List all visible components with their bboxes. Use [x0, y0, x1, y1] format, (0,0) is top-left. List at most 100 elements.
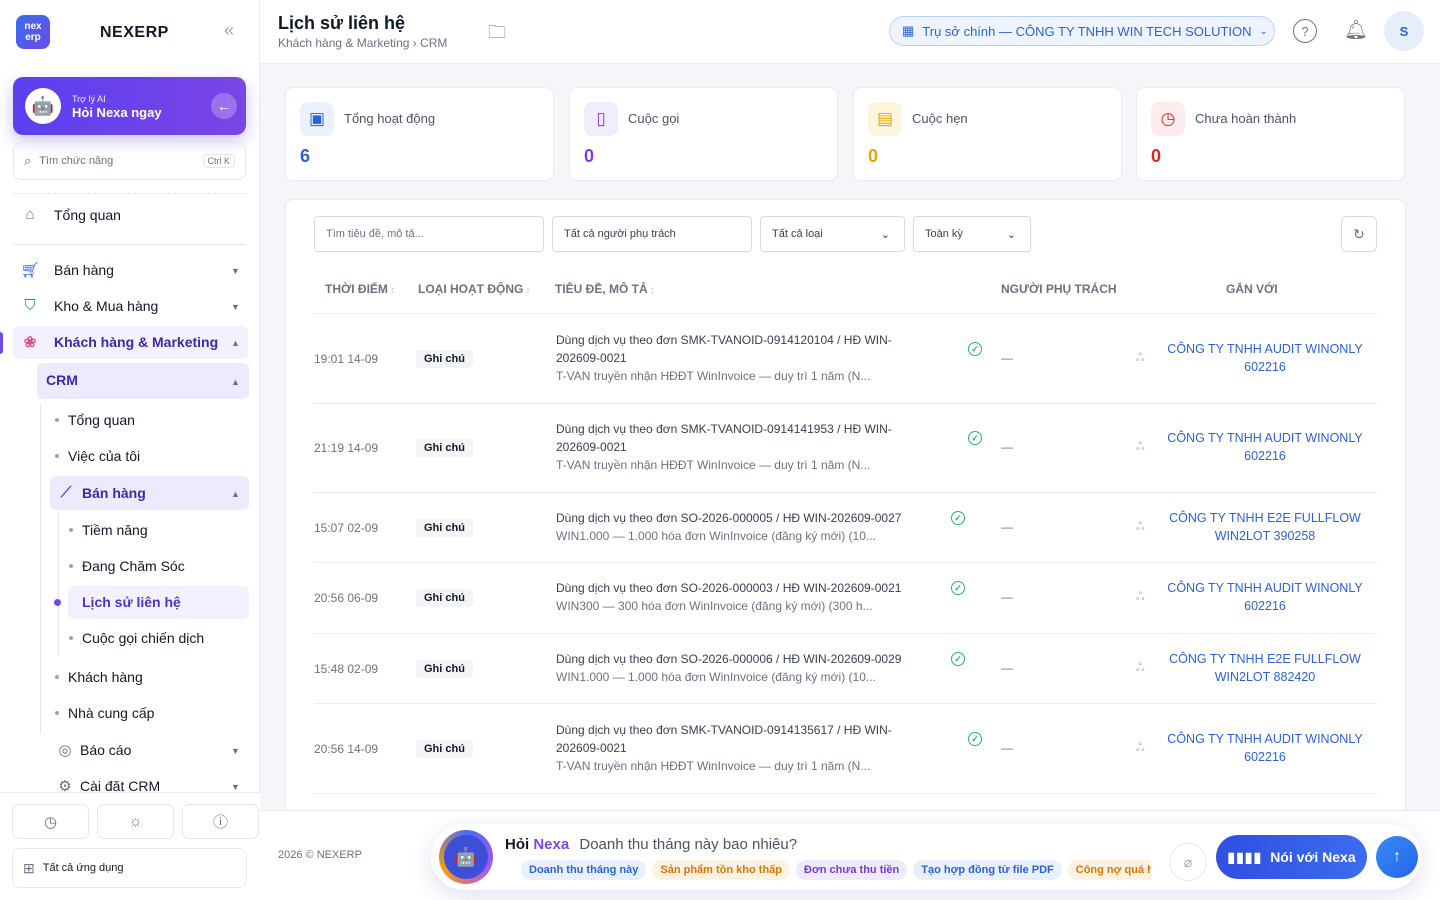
user-avatar[interactable]: S	[1384, 11, 1424, 51]
collapse-sidebar-icon[interactable]: «	[224, 20, 234, 41]
row-linked-company[interactable]: CÔNG TY TNHH E2E FULLFLOW WIN2LOT 390258	[1160, 509, 1370, 545]
cart-icon: 🛒︎	[20, 262, 40, 279]
type-filter[interactable]: Tất cả loại ⌄	[760, 216, 905, 252]
nav-overview[interactable]: ⌂ Tổng quan	[20, 206, 120, 223]
suggestion-chip[interactable]: Đơn chưa thu tiền	[796, 860, 908, 880]
stat-label: Chưa hoàn thành	[1195, 111, 1297, 126]
nav-my-tasks[interactable]: Việc của tôi	[55, 448, 140, 464]
refresh-icon: ↻	[1353, 225, 1365, 242]
alert-button[interactable]: ⓘ	[182, 804, 259, 839]
row-linked-company[interactable]: CÔNG TY TNHH AUDIT WINONLY 602216	[1160, 340, 1370, 376]
caret-down-icon[interactable]: ▼	[231, 782, 240, 792]
row-title: Dùng dịch vụ theo đơn SO-2026-000006 / H…	[556, 652, 902, 666]
row-type-badge: Ghi chú	[416, 660, 473, 678]
nav-caring-label: Đang Chăm Sóc	[82, 558, 185, 574]
row-owner: —	[1001, 351, 1013, 365]
send-button[interactable]: ↑	[1376, 836, 1418, 878]
theme-button[interactable]: ☼	[97, 804, 174, 839]
branch-selector[interactable]: ▦ Trụ sở chính — CÔNG TY TNHH WIN TECH S…	[889, 16, 1275, 46]
attach-button[interactable]: ⌀	[1169, 843, 1207, 881]
bell-icon[interactable]: 🔔︎	[1344, 18, 1368, 42]
check-circle-icon: ✓	[951, 652, 965, 666]
caret-down-icon[interactable]: ▼	[231, 746, 240, 756]
nav-crm[interactable]: CRM	[46, 372, 78, 388]
nav-crm-marketing[interactable]: ❀ Khách hàng & Marketing	[20, 333, 218, 351]
nav-crm-overview-label: Tổng quan	[68, 412, 135, 428]
nav-customers[interactable]: Khách hàng	[55, 669, 143, 685]
refresh-button[interactable]: ↻	[1341, 216, 1377, 252]
nexa-prompt[interactable]: Hỏi Nexa Doanh thu tháng này bao nhiêu?	[505, 836, 797, 853]
chevron-down-icon: ⌄	[880, 228, 890, 241]
history-button[interactable]: ◷	[12, 804, 89, 839]
link-users-icon: ஃ	[1136, 352, 1145, 364]
row-linked-company[interactable]: CÔNG TY TNHH E2E FULLFLOW WIN2LOT 882420	[1160, 650, 1370, 686]
chevron-down-icon: ⌄	[1259, 25, 1268, 37]
row-linked-company[interactable]: CÔNG TY TNHH AUDIT WINONLY 602216	[1160, 579, 1370, 615]
link-users-icon: ஃ	[1136, 521, 1145, 533]
talk-with-nexa-button[interactable]: ▮▮▮▮ Nói với Nexa	[1216, 835, 1367, 879]
table-row[interactable]: 20:56 06-09 Ghi chú Dùng dịch vụ theo đơ…	[314, 563, 1377, 634]
folder-icon[interactable]: 🗀	[488, 20, 506, 50]
activity-panel: Tìm tiêu đề, mô tả... Tất cả người phụ t…	[285, 199, 1406, 819]
row-desc: Dùng dịch vụ theo đơn SO-2026-000005 / H…	[556, 509, 956, 545]
suggestion-chip[interactable]: Tạo hợp đồng từ file PDF	[913, 860, 1062, 880]
table-row[interactable]: 19:01 14-09 Ghi chú Dùng dịch vụ theo đơ…	[314, 314, 1377, 404]
caret-up-icon[interactable]: ▲	[231, 377, 240, 387]
row-owner: —	[1001, 590, 1013, 604]
table-row[interactable]: 20:56 14-09 Ghi chú Dùng dịch vụ theo đơ…	[314, 704, 1377, 794]
nav-sales-label: Bán hàng	[54, 262, 114, 278]
sidebar-search[interactable]: ⌕ Tìm chức năng Ctrl K	[13, 142, 246, 180]
suggestion-chip[interactable]: Sản phẩm tồn kho thấp	[652, 860, 791, 880]
suggestion-chip[interactable]: Công nợ quá hạn	[1067, 860, 1151, 880]
col-time[interactable]: THỜI ĐIỂM ↕	[325, 282, 395, 296]
row-time: 20:56 14-09	[314, 742, 379, 756]
top-header: Lịch sử liên hệ Khách hàng & Marketing ›…	[260, 0, 1440, 64]
nav-warehouse[interactable]: ⛉ Kho & Mua hàng	[20, 297, 158, 314]
nav-sales[interactable]: 🛒︎ Bán hàng	[20, 261, 114, 279]
table-row[interactable]: 15:48 02-09 Ghi chú Dùng dịch vụ theo đơ…	[314, 634, 1377, 704]
arrow-up-icon: ↑	[1393, 848, 1401, 865]
table-row[interactable]: 15:07 02-09 Ghi chú Dùng dịch vụ theo đơ…	[314, 493, 1377, 563]
link-users-icon: ஃ	[1136, 591, 1145, 603]
check-circle-icon: ✓	[968, 342, 982, 356]
stat-label: Cuộc hẹn	[912, 111, 968, 126]
nav-suppliers[interactable]: Nhà cung cấp	[55, 705, 154, 721]
nav-reports[interactable]: ◎ Báo cáo	[55, 741, 131, 759]
arrow-left-icon[interactable]: ←	[211, 93, 237, 119]
col-owner-label: NGƯỜI PHỤ TRÁCH	[1001, 282, 1117, 296]
row-linked-company[interactable]: CÔNG TY TNHH AUDIT WINONLY 602216	[1160, 730, 1370, 766]
col-type-label: LOẠI HOẠT ĐỘNG	[418, 282, 524, 296]
nav-crm-sales[interactable]: ⟋ Bán hàng	[56, 484, 146, 501]
nav-contact-history[interactable]: Lịch sử liên hệ	[82, 594, 181, 610]
suggestion-chip[interactable]: Doanh thu tháng này	[521, 860, 647, 880]
row-linked-company[interactable]: CÔNG TY TNHH AUDIT WINONLY 602216	[1160, 429, 1370, 465]
caret-down-icon[interactable]: ▼	[231, 302, 240, 312]
bullet	[55, 711, 59, 715]
col-desc[interactable]: TIÊU ĐỀ, MÔ TẢ ↕	[555, 282, 655, 296]
sun-icon: ☼	[128, 813, 143, 830]
brand[interactable]: nex erp NEXERP	[16, 15, 168, 49]
caret-up-icon[interactable]: ▲	[231, 338, 240, 348]
tree-line	[58, 514, 59, 656]
ai-assistant-card[interactable]: 🤖 Trợ lý AI Hỏi Nexa ngay ←	[13, 77, 246, 135]
help-icon[interactable]: ?	[1293, 19, 1317, 43]
caret-up-icon[interactable]: ▲	[231, 489, 240, 499]
row-owner: —	[1001, 520, 1013, 534]
caret-down-icon[interactable]: ▼	[231, 266, 240, 276]
row-time: 15:48 02-09	[314, 662, 379, 676]
owner-filter[interactable]: Tất cả người phụ trách	[552, 216, 752, 252]
nav-prospects[interactable]: Tiềm năng	[69, 522, 148, 538]
nav-caring[interactable]: Đang Chăm Sóc	[69, 558, 185, 574]
stat-value: 0	[868, 146, 879, 166]
all-apps-button[interactable]: ⊞ Tất cả ứng dụng	[12, 848, 247, 888]
nav-crm-overview[interactable]: Tổng quan	[55, 412, 135, 428]
period-filter-label: Toàn kỳ	[925, 228, 963, 240]
nav-campaign-calls[interactable]: Cuộc gọi chiến dịch	[69, 630, 204, 646]
period-filter[interactable]: Toàn kỳ ⌄	[913, 216, 1031, 252]
col-type[interactable]: LOẠI HOẠT ĐỘNG ↕	[418, 282, 530, 296]
row-owner: —	[1001, 440, 1013, 454]
search-input[interactable]: Tìm tiêu đề, mô tả...	[314, 216, 544, 252]
soundwave-icon: ▮▮▮▮	[1227, 848, 1263, 865]
table-row[interactable]: 21:19 14-09 Ghi chú Dùng dịch vụ theo đơ…	[314, 404, 1377, 493]
nav-warehouse-label: Kho & Mua hàng	[54, 297, 159, 314]
